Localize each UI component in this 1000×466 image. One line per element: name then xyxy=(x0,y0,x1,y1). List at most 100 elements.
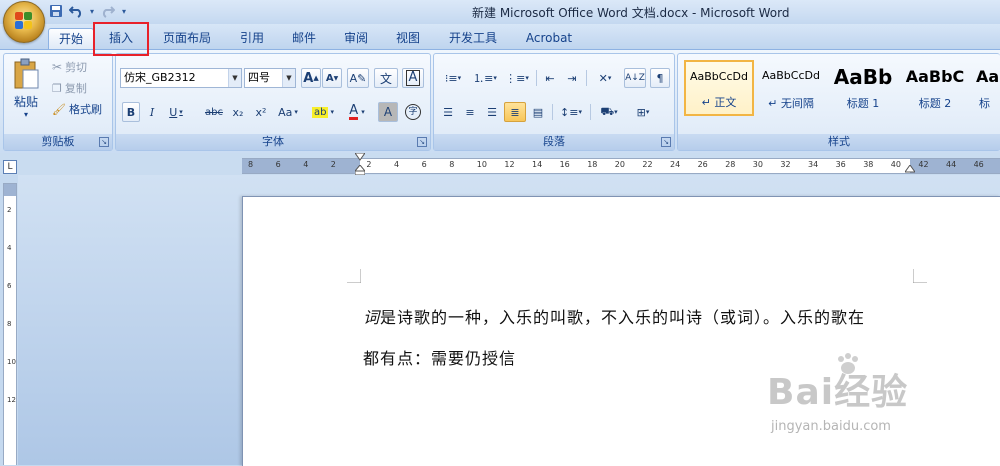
grow-font-button[interactable]: A ▲ xyxy=(301,68,321,88)
underline-button[interactable]: U ▾ xyxy=(164,102,188,122)
document-paragraph-line-2[interactable]: 都有点：需要仍授信 xyxy=(363,345,516,369)
font-name-dropdown-icon[interactable]: ▼ xyxy=(228,69,241,87)
tab-view[interactable]: 视图 xyxy=(386,28,430,50)
font-name-field[interactable]: 仿宋_GB2312 ▼ xyxy=(120,68,242,88)
multilevel-list-button[interactable]: ⋮≡ ▾ xyxy=(502,68,532,88)
tab-acrobat[interactable]: Acrobat xyxy=(519,28,579,50)
change-case-icon: Aa xyxy=(278,105,293,119)
tab-review[interactable]: 审阅 xyxy=(334,28,378,50)
font-launcher-icon[interactable]: ↘ xyxy=(417,137,427,147)
undo-dropdown-icon[interactable]: ▾ xyxy=(88,3,96,19)
vertical-ruler[interactable]: 2 4 6 8 10 12 xyxy=(3,183,17,465)
first-line-indent-marker[interactable] xyxy=(355,153,365,161)
ruler-number: 22 xyxy=(642,160,653,169)
show-marks-button[interactable]: ¶ xyxy=(650,68,670,88)
font-color-button[interactable]: A ▾ xyxy=(342,102,372,122)
style-title[interactable]: Aa 标 xyxy=(972,60,1000,116)
bold-button[interactable]: B xyxy=(122,102,140,122)
clear-format-button[interactable]: A✎ xyxy=(347,68,369,88)
document-paragraph-line-1[interactable]: 词是诗歌的一种，入乐的叫歌，不入乐的叫诗（或词）。入乐的歌在 xyxy=(363,304,865,328)
horizontal-ruler-area: L 8 6 4 2 2 4 6 8 10 12 14 16 18 20 22 24 26 28 30 32 34 36 38… xyxy=(0,153,1000,175)
style-heading-2[interactable]: AaBbC 标题 2 xyxy=(900,60,970,116)
highlighter-icon: ab xyxy=(312,106,329,118)
ruler-number: 42 xyxy=(918,160,929,169)
hanging-indent-marker[interactable] xyxy=(355,165,365,175)
bullets-button[interactable]: ⁝≡ ▾ xyxy=(438,68,468,88)
copy-label: 复制 xyxy=(64,82,87,95)
phonetic-guide-button[interactable]: 文 xyxy=(374,68,398,88)
style-heading-1-sample: AaBb xyxy=(833,65,893,89)
change-case-button[interactable]: Aa ▾ xyxy=(274,102,302,122)
character-border-button[interactable]: A xyxy=(402,68,424,88)
ruler-number: 18 xyxy=(587,160,598,169)
paste-dropdown-icon[interactable]: ▾ xyxy=(10,110,42,119)
clipboard-launcher-icon[interactable]: ↘ xyxy=(99,137,109,147)
paragraph-launcher-icon[interactable]: ↘ xyxy=(661,137,671,147)
shading-button[interactable]: ⛟ ▾ xyxy=(594,102,624,122)
font-size-field[interactable]: 四号 ▼ xyxy=(244,68,296,88)
tab-selector-button[interactable]: L xyxy=(3,160,17,174)
chinese-layout-icon: ✕ xyxy=(598,71,608,85)
subscript-button[interactable]: x₂ xyxy=(228,102,248,122)
vertical-ruler-number: 6 xyxy=(7,282,12,290)
undo-icon[interactable] xyxy=(68,3,84,19)
ruler-number: 34 xyxy=(808,160,819,169)
style-no-spacing[interactable]: AaBbCcDd ↵ 无间隔 xyxy=(756,60,826,116)
style-normal[interactable]: AaBbCcDd ↵ 正文 xyxy=(684,60,754,116)
ruler-number: 14 xyxy=(532,160,543,169)
paste-button[interactable]: 粘贴 ▾ xyxy=(10,58,42,128)
increase-indent-button[interactable]: ⇥ xyxy=(562,68,582,88)
tab-page-layout[interactable]: 页面布局 xyxy=(158,28,216,50)
multilevel-list-icon: ⋮≡ xyxy=(505,71,526,85)
justify-button[interactable]: ≣ xyxy=(504,102,526,122)
chinese-layout-button[interactable]: ✕ ▾ xyxy=(590,68,620,88)
font-size-dropdown-icon[interactable]: ▼ xyxy=(282,69,295,87)
ruler-number: 8 xyxy=(248,160,254,169)
enclose-characters-button[interactable]: 字 xyxy=(402,102,424,122)
tab-mailings[interactable]: 邮件 xyxy=(282,28,326,50)
borders-button[interactable]: ⊞ ▾ xyxy=(628,102,658,122)
customize-qat-icon[interactable]: ▾ xyxy=(120,3,128,19)
ruler-number: 38 xyxy=(863,160,874,169)
window-title: 新建 Microsoft Office Word 文档.docx - Micro… xyxy=(472,6,790,20)
decrease-indent-button[interactable]: ⇤ xyxy=(540,68,560,88)
align-center-button[interactable]: ≡ xyxy=(460,102,480,122)
strikethrough-button[interactable]: abc xyxy=(202,102,226,122)
tab-references[interactable]: 引用 xyxy=(230,28,274,50)
tab-developer[interactable]: 开发工具 xyxy=(443,28,503,50)
vertical-ruler-number: 12 xyxy=(7,396,16,404)
highlight-color-button[interactable]: ab ▾ xyxy=(308,102,338,122)
shrink-font-button[interactable]: A ▼ xyxy=(322,68,342,88)
character-shading-button[interactable]: A xyxy=(378,102,398,122)
horizontal-ruler[interactable]: 8 6 4 2 2 4 6 8 10 12 14 16 18 20 22 24 26 28 30 32 34 36 38 40… xyxy=(242,153,1000,175)
save-icon[interactable] xyxy=(48,3,64,19)
sort-button[interactable]: A↓Z xyxy=(624,68,646,88)
format-painter-button[interactable]: 🖌 格式刷 xyxy=(52,100,102,118)
align-right-button[interactable]: ☰ xyxy=(482,102,502,122)
copy-button[interactable]: ❐ 复制 xyxy=(52,79,87,97)
tab-home[interactable]: 开始 xyxy=(48,28,94,51)
style-heading-2-sample: AaBbC xyxy=(905,67,965,86)
font-color-icon: A xyxy=(349,103,359,120)
ruler-number: 36 xyxy=(835,160,846,169)
office-button[interactable] xyxy=(3,1,45,43)
superscript-button[interactable]: x² xyxy=(251,102,271,122)
font-size-value: 四号 xyxy=(248,71,270,84)
align-left-button[interactable]: ☰ xyxy=(438,102,458,122)
increase-indent-icon: ⇥ xyxy=(567,71,577,85)
line-spacing-button[interactable]: ↕≡ ▾ xyxy=(556,102,586,122)
right-indent-marker[interactable] xyxy=(905,165,915,173)
office-logo-icon xyxy=(15,12,33,30)
italic-button[interactable]: I xyxy=(143,102,161,122)
style-heading-1[interactable]: AaBb 标题 1 xyxy=(828,60,898,116)
numbering-button[interactable]: ⒈≡ ▾ xyxy=(470,68,500,88)
ruler-number: 6 xyxy=(275,160,281,169)
crop-mark-top-right xyxy=(913,269,927,283)
insert-tab-highlight xyxy=(93,22,149,56)
style-title-label: 标 xyxy=(979,97,990,110)
cut-button[interactable]: ✂ 剪切 xyxy=(52,58,87,76)
redo-icon[interactable] xyxy=(100,3,116,19)
enclose-characters-icon: 字 xyxy=(405,104,421,120)
style-normal-label: ↵ 正文 xyxy=(701,96,737,109)
distribute-button[interactable]: ▤ xyxy=(528,102,548,122)
